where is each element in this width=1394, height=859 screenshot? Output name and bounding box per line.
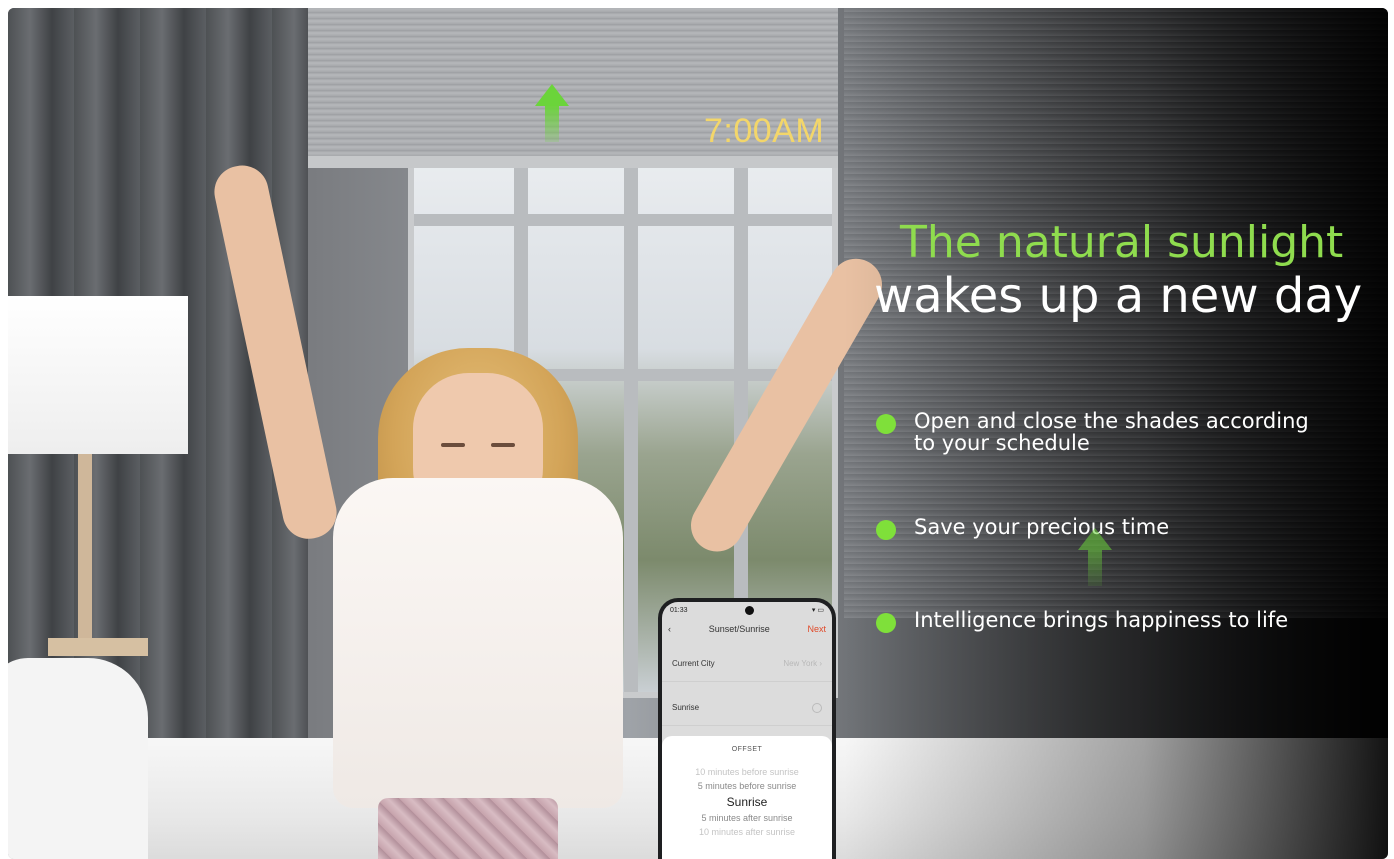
feature-item: Open and close the shades according to y… [876,410,1309,454]
row-value: New York › [783,659,822,668]
bullet-dot-icon [876,613,896,633]
lamp-shade [8,296,188,454]
time-label: 7:00AM [704,112,825,150]
status-bar: 01:33 ▾ ▭ [662,602,832,618]
headline-line-2: wakes up a new day [874,268,1363,324]
phone-mockup: 01:33 ▾ ▭ ‹ Sunset/Sunrise Next Current … [658,598,836,859]
arrow-up-icon [1078,528,1112,586]
row-label: Current City [672,659,715,668]
radio-button[interactable] [812,702,822,713]
woman-pants [378,798,558,859]
lamp-stem [78,454,92,654]
bullet-dot-icon [876,520,896,540]
woman-shirt [333,478,623,808]
arrow-up-icon [535,84,569,142]
back-icon[interactable]: ‹ [668,624,671,634]
offset-picker: OFFSET 10 minutes before sunrise 5 minut… [662,736,832,859]
status-time: 01:33 [670,606,688,614]
feature-text: Intelligence brings happiness to life [914,608,1289,632]
feature-text: Open and close the shades according to y… [914,409,1309,455]
feature-item: Intelligence brings happiness to life [876,609,1288,633]
camera-icon [745,605,755,615]
offset-option[interactable]: 5 minutes before sunrise [662,779,832,793]
phone-screen: 01:33 ▾ ▭ ‹ Sunset/Sunrise Next Current … [662,602,832,859]
app-navbar: ‹ Sunset/Sunrise Next [662,618,832,640]
offset-title: OFFSET [731,746,763,753]
row-label: Sunrise [672,703,700,712]
next-button[interactable]: Next [807,624,826,634]
sunrise-row[interactable]: Sunrise [662,690,832,726]
eye [491,443,515,447]
hero-banner: 7:00AM The natural sunlight wakes up a n… [8,8,1388,859]
offset-option-selected[interactable]: Sunrise [662,793,832,811]
current-city-row[interactable]: Current City New York › [662,646,832,682]
offset-option[interactable]: 10 minutes after sunrise [662,825,832,839]
battery-icon: ▾ ▭ [811,607,824,614]
feature-text: Save your precious time [914,515,1170,539]
offset-option[interactable]: 10 minutes before sunrise [662,765,832,779]
bullet-dot-icon [876,414,896,434]
pillow [8,658,148,859]
headline-line-1: The natural sunlight [900,217,1344,268]
offset-option[interactable]: 5 minutes after sunrise [662,811,832,825]
lamp-base [48,638,148,656]
eye [441,443,465,447]
feature-item: Save your precious time [876,516,1169,540]
screen-title: Sunset/Sunrise [708,624,770,634]
